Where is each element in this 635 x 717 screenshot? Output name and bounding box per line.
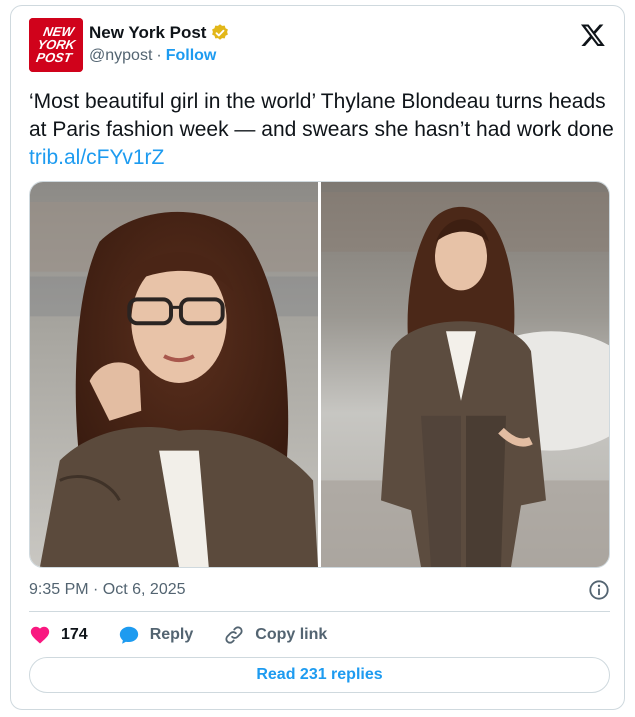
reply-label: Reply [149,626,194,643]
avatar-text-3: POST [35,50,74,65]
follow-button[interactable]: Follow [166,47,217,65]
media-grid [29,181,610,568]
photo-right-image [321,182,609,567]
speech-bubble-icon [118,624,140,646]
like-button[interactable]: 174 [29,624,88,646]
photo-right[interactable] [321,182,609,567]
like-count: 174 [61,626,88,643]
reply-button[interactable]: Reply [118,624,194,646]
link-icon [223,624,245,646]
timestamp[interactable]: 9:35 PM · Oct 6, 2025 [29,581,186,598]
photo-left-image [30,182,318,567]
copy-link-button[interactable]: Copy link [223,624,327,646]
nypost-logo: NEW YORK POST [29,18,83,72]
x-logo-icon[interactable] [580,22,606,48]
copy-link-label: Copy link [255,626,328,643]
info-icon[interactable] [588,579,610,601]
name-row: New York Post [89,23,230,43]
photo-left[interactable] [30,182,318,567]
separator: · [156,47,162,64]
timestamp-row: 9:35 PM · Oct 6, 2025 [29,578,610,602]
tweet-link[interactable]: trib.al/cFYv1rZ [29,146,164,169]
read-replies-button[interactable]: Read 231 replies [29,657,610,693]
handle-row: @nypost · Follow [89,47,216,65]
tweet-card: NEW YORK POST New York Post @nypost · Fo… [10,5,625,710]
action-bar: 174 Reply Copy link [29,620,357,650]
display-name[interactable]: New York Post [89,23,206,43]
heart-icon [29,624,51,646]
divider [29,611,610,612]
avatar[interactable]: NEW YORK POST [29,18,83,72]
verified-badge-icon [210,23,230,43]
tweet-body: ‘Most beautiful girl in the world’ Thyla… [29,90,614,141]
tweet-text: ‘Most beautiful girl in the world’ Thyla… [29,88,614,172]
handle[interactable]: @nypost [89,47,152,65]
